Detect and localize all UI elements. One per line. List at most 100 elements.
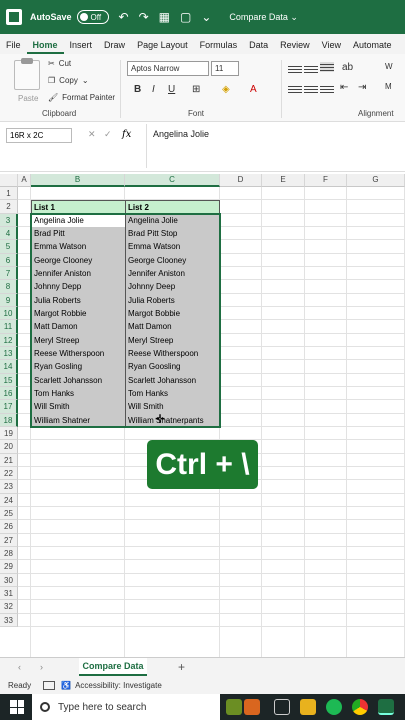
column-header-b[interactable]: B (31, 174, 125, 187)
tab-review[interactable]: Review (274, 40, 316, 54)
row-header-21[interactable]: 21 (0, 453, 18, 467)
header-cell-list-2[interactable]: List 2 (125, 200, 220, 215)
column-header-a[interactable]: A (18, 174, 31, 187)
taskbar-search[interactable]: Type here to search (32, 694, 220, 720)
cell-list-1[interactable]: Margot Robbie (31, 306, 126, 322)
cell-list-2[interactable]: Emma Watson (125, 240, 220, 255)
cell-list-2[interactable]: Julia Roberts (125, 293, 220, 308)
row-header-12[interactable]: 12 (0, 333, 18, 347)
bold-button[interactable]: B (134, 84, 141, 95)
cell-list-2[interactable]: Matt Damon (125, 320, 220, 335)
cell-list-1[interactable]: Will Smith (31, 400, 126, 415)
cell-list-1[interactable]: Julia Roberts (31, 293, 126, 308)
row-header-30[interactable]: 30 (0, 573, 18, 587)
cell-list-1[interactable]: Jennifer Aniston (31, 266, 126, 282)
cancel-icon[interactable]: ✕ (88, 129, 96, 140)
save-icon[interactable]: ▢ (180, 10, 191, 24)
wrap-text-button[interactable]: W (385, 62, 393, 71)
cell-list-2[interactable]: Jennifer Aniston (125, 266, 220, 282)
windows-start-icon[interactable] (10, 700, 24, 714)
row-header-33[interactable]: 33 (0, 613, 18, 627)
row-header-28[interactable]: 28 (0, 546, 18, 561)
cell-list-1[interactable]: Johnny Depp (31, 280, 126, 295)
spotify-icon[interactable] (326, 699, 342, 715)
cell-list-1[interactable]: Ryan Gosling (31, 360, 126, 375)
cell-list-2[interactable]: Tom Hanks (125, 386, 220, 402)
excel-taskbar-icon[interactable] (378, 699, 394, 715)
document-title[interactable]: Compare Data ⌄ (229, 12, 298, 23)
prev-sheet-icon[interactable]: ‹ (18, 662, 21, 672)
chrome-icon[interactable] (352, 699, 368, 715)
align-center-icon[interactable] (304, 84, 318, 94)
tab-formulas[interactable]: Formulas (194, 40, 244, 54)
chevron-down-icon[interactable]: ⌄ (82, 76, 89, 85)
macro-record-icon[interactable] (43, 681, 56, 690)
row-header-16[interactable]: 16 (0, 386, 18, 401)
align-top-icon[interactable] (288, 64, 302, 74)
cell-list-1[interactable]: Emma Watson (31, 240, 126, 255)
row-header-29[interactable]: 29 (0, 560, 18, 574)
row-header-4[interactable]: 4 (0, 226, 18, 241)
underline-button[interactable]: U (168, 84, 175, 95)
row-header-17[interactable]: 17 (0, 400, 18, 414)
paste-label[interactable]: Paste (18, 94, 38, 103)
cell-list-1[interactable]: Matt Damon (31, 320, 126, 335)
column-header-g[interactable]: G (347, 174, 405, 187)
tab-draw[interactable]: Draw (98, 40, 131, 54)
cell-list-2[interactable]: Scarlett Johansson (125, 373, 220, 388)
row-header-1[interactable]: 1 (0, 187, 18, 201)
cell-list-2[interactable]: Ryan Goosling (125, 360, 220, 375)
tab-automate[interactable]: Automate (347, 40, 398, 54)
enter-icon[interactable]: ✓ (104, 129, 112, 140)
spreadsheet-grid[interactable]: A B C D E F G 1 2 3 4 5 6 7 8 9 10 11 12 13 14 15 16 17 18 19 20 21… (0, 174, 405, 657)
undo-icon[interactable]: ↶ (119, 10, 129, 24)
cell-list-1[interactable]: Brad Pitt (31, 226, 126, 242)
row-header-20[interactable]: 20 (0, 440, 18, 454)
tab-page-layout[interactable]: Page Layout (131, 40, 194, 54)
row-header-7[interactable]: 7 (0, 266, 18, 281)
cell-list-2[interactable]: Margot Bobbie (125, 306, 220, 322)
row-header-14[interactable]: 14 (0, 360, 18, 374)
cell-list-1[interactable]: George Clooney (31, 253, 126, 268)
cell-list-2[interactable]: Will Smith (125, 400, 220, 415)
row-header-2[interactable]: 2 (0, 200, 18, 214)
italic-button[interactable]: I (152, 84, 155, 95)
row-header-27[interactable]: 27 (0, 533, 18, 547)
sheet-tab-compare-data[interactable]: Compare Data (79, 658, 147, 676)
weather-icon[interactable] (226, 699, 242, 715)
row-header-19[interactable]: 19 (0, 426, 18, 441)
cell-list-2[interactable]: William Shatnerpants (125, 413, 220, 428)
borders-icon[interactable]: ⊞ (192, 84, 200, 95)
cell-list-2[interactable]: Johnny Deep (125, 280, 220, 295)
cell-list-2[interactable]: Angelina Jolie (125, 213, 220, 228)
header-cell-list-1[interactable]: List 1 (31, 200, 126, 215)
row-header-11[interactable]: 11 (0, 320, 18, 334)
orientation-icon[interactable]: ab (342, 62, 353, 73)
row-header-3[interactable]: 3 (0, 213, 18, 227)
row-header-18[interactable]: 18 (0, 413, 18, 427)
paste-icon[interactable] (14, 58, 40, 90)
cell-list-2[interactable]: Brad Pitt Stop (125, 226, 220, 242)
row-header-25[interactable]: 25 (0, 506, 18, 521)
task-view-icon[interactable] (274, 699, 290, 715)
row-header-32[interactable]: 32 (0, 600, 18, 614)
tab-data[interactable]: Data (243, 40, 274, 54)
row-header-24[interactable]: 24 (0, 493, 18, 507)
tab-view[interactable]: View (316, 40, 347, 54)
row-header-13[interactable]: 13 (0, 346, 18, 361)
cell-list-1[interactable]: Reese Witherspoon (31, 346, 126, 362)
select-all-corner[interactable] (0, 174, 18, 187)
font-size-select[interactable]: 11 (211, 61, 239, 76)
cell-list-2[interactable]: Meryl Streep (125, 333, 220, 348)
add-sheet-button[interactable]: + (178, 660, 185, 674)
row-header-22[interactable]: 22 (0, 466, 18, 481)
autosave-toggle[interactable]: Off (76, 10, 109, 24)
file-explorer-icon[interactable] (300, 699, 316, 715)
cell-list-1[interactable]: Meryl Streep (31, 333, 126, 348)
cell-list-1[interactable]: Tom Hanks (31, 386, 126, 402)
table-icon[interactable]: ▦ (159, 10, 170, 24)
tab-file[interactable]: File (0, 40, 27, 54)
row-header-15[interactable]: 15 (0, 373, 18, 387)
align-bottom-icon[interactable] (320, 62, 334, 72)
accessibility-status[interactable]: Accessibility: Investigate (75, 681, 162, 690)
